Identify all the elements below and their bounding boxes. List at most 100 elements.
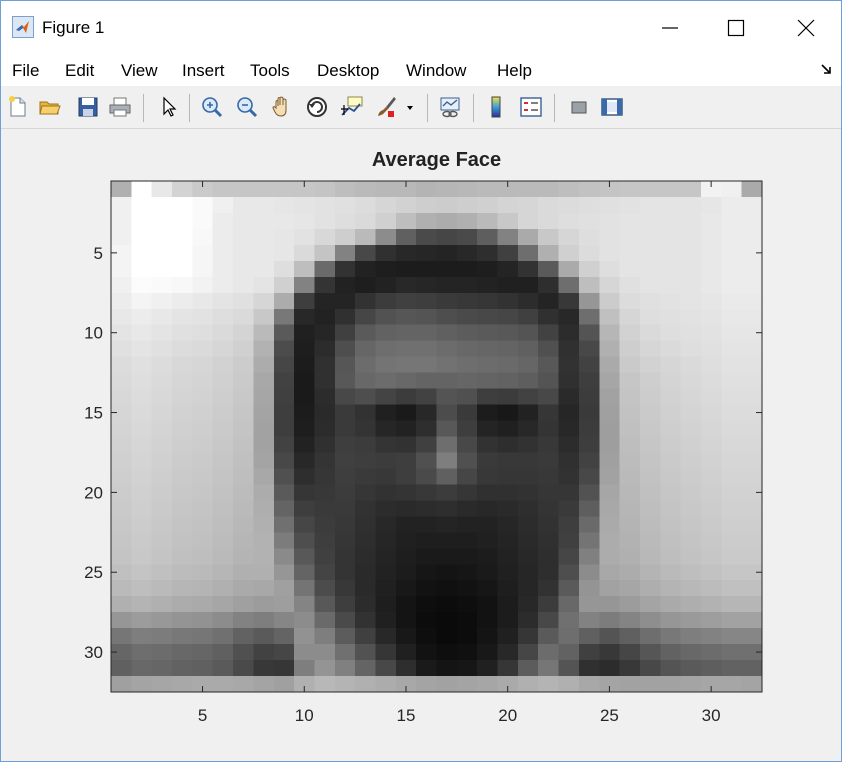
heatmap-cell: [233, 516, 254, 533]
heatmap-cell: [558, 388, 580, 406]
heatmap-cell: [273, 196, 295, 214]
heatmap-cell: [436, 436, 458, 454]
heatmap-cell: [517, 292, 539, 310]
heatmap-cell: [314, 372, 336, 390]
heatmap-cell: [558, 324, 580, 342]
heatmap-cell: [355, 532, 377, 549]
heatmap-cell: [172, 500, 193, 517]
heatmap-cell: [192, 276, 214, 294]
heatmap-cell: [253, 228, 275, 246]
heatmap-cell: [416, 356, 438, 374]
heatmap-cell: [233, 628, 254, 645]
heatmap-cell: [212, 324, 234, 342]
heatmap-cell: [680, 548, 702, 565]
heatmap-cell: [497, 644, 519, 661]
heatmap-cell: [456, 404, 478, 422]
heatmap-cell: [721, 484, 743, 501]
heatmap-cell: [111, 356, 132, 374]
heatmap-cell: [111, 676, 132, 693]
heatmap-cell: [151, 532, 173, 549]
heatmap-cell: [538, 452, 560, 470]
heatmap-cell: [741, 468, 763, 486]
heatmap-cell: [395, 564, 417, 581]
heatmap-cell: [111, 212, 132, 230]
heatmap-cell: [558, 532, 580, 549]
heatmap-cell: [477, 676, 499, 693]
heatmap-cell: [151, 676, 173, 693]
heatmap-cell: [151, 324, 173, 342]
heatmap-cell: [558, 580, 580, 597]
heatmap-cell: [314, 436, 336, 454]
heatmap-cell: [416, 324, 438, 342]
heatmap-cell: [212, 356, 234, 374]
heatmap-cell: [314, 532, 336, 549]
heatmap-cell: [334, 548, 356, 565]
heatmap-cell: [314, 276, 336, 294]
heatmap-cell: [477, 644, 499, 661]
heatmap-cell: [639, 308, 661, 326]
heatmap-cell: [151, 228, 173, 246]
heatmap-cell: [355, 628, 377, 645]
heatmap-cell: [233, 596, 254, 613]
heatmap-cell: [700, 372, 722, 390]
heatmap-cell: [456, 644, 478, 661]
heatmap-cell: [111, 612, 132, 629]
heatmap-cell: [456, 372, 478, 390]
heatmap-cell: [721, 196, 743, 214]
heatmap-cell: [660, 356, 682, 374]
heatmap-cell: [192, 340, 214, 358]
heatmap-cell: [294, 484, 316, 501]
heatmap-cell: [416, 580, 438, 597]
heatmap-cell: [314, 596, 336, 613]
heatmap-cell: [294, 500, 316, 517]
heatmap-cell: [477, 308, 499, 326]
heatmap-cell: [111, 500, 132, 517]
heatmap-image[interactable]: [111, 181, 763, 693]
heatmap-cell: [538, 612, 560, 629]
heatmap-cell: [212, 660, 234, 677]
y-tick-label: 10: [84, 324, 103, 343]
heatmap-cell: [721, 404, 743, 422]
heatmap-cell: [558, 436, 580, 454]
heatmap-cell: [517, 516, 539, 533]
heatmap-cell: [639, 452, 661, 470]
heatmap-cell: [558, 228, 580, 246]
heatmap-cell: [192, 356, 214, 374]
heatmap-cell: [294, 516, 316, 533]
heatmap-cell: [314, 500, 336, 517]
heatmap-cell: [355, 564, 377, 581]
heatmap-cell: [741, 228, 763, 246]
heatmap-cell: [334, 260, 356, 278]
heatmap-cell: [131, 548, 153, 565]
heatmap-cell: [680, 404, 702, 422]
heatmap-cell: [172, 244, 193, 262]
heatmap-cell: [111, 372, 132, 390]
heatmap-cell: [151, 644, 173, 661]
heatmap-cell: [314, 420, 336, 438]
heatmap-cell: [131, 212, 153, 230]
heatmap-cell: [517, 596, 539, 613]
heatmap-cell: [680, 212, 702, 230]
heatmap-cell: [192, 388, 214, 406]
heatmap-cell: [456, 628, 478, 645]
heatmap-cell: [416, 564, 438, 581]
heatmap-cell: [558, 548, 580, 565]
heatmap-cell: [355, 181, 377, 198]
heatmap-cell: [578, 660, 600, 677]
heatmap-cell: [639, 356, 661, 374]
heatmap-cell: [355, 340, 377, 358]
heatmap-cell: [192, 372, 214, 390]
heatmap-cell: [599, 308, 621, 326]
heatmap-cell: [558, 404, 580, 422]
heatmap-cell: [660, 660, 682, 677]
heatmap-cell: [355, 580, 377, 597]
heatmap-cell: [558, 516, 580, 533]
heatmap-cell: [192, 628, 214, 645]
heatmap-cell: [233, 388, 254, 406]
heatmap-cell: [375, 196, 397, 214]
heatmap-cell: [741, 436, 763, 454]
heatmap-cell: [355, 244, 377, 262]
heatmap-cell: [375, 484, 397, 501]
heatmap-cell: [558, 356, 580, 374]
heatmap-cell: [436, 548, 458, 565]
